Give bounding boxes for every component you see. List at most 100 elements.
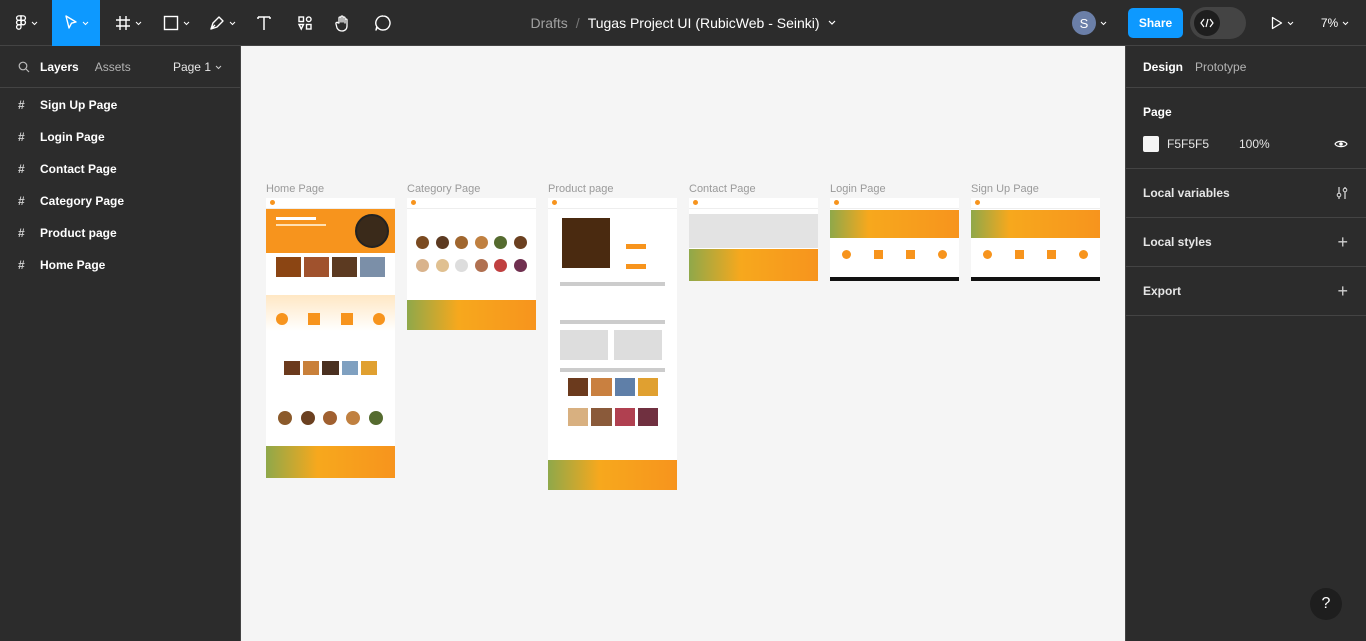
frame-tool-button[interactable] — [108, 0, 148, 46]
frame-hash-icon — [115, 16, 130, 30]
shape-tool-button[interactable] — [156, 0, 196, 46]
hero-banner — [266, 209, 395, 253]
chevron-down-icon — [183, 21, 189, 25]
export-section[interactable]: Export + — [1126, 267, 1366, 316]
layer-sign-up-page[interactable]: # Sign Up Page — [0, 89, 240, 121]
properties-panel: Design Prototype Page F5F5F5 100% Local … — [1125, 46, 1366, 641]
layer-login-page[interactable]: # Login Page — [0, 121, 240, 153]
page-section: Page F5F5F5 100% — [1126, 88, 1366, 169]
frame-contact-page[interactable] — [689, 198, 818, 281]
category-circles — [266, 381, 395, 425]
text-icon — [257, 16, 271, 30]
code-icon — [1194, 10, 1220, 36]
local-variables-section[interactable]: Local variables — [1126, 169, 1366, 218]
frame-hash-icon: # — [18, 226, 25, 240]
eye-icon[interactable] — [1334, 139, 1348, 149]
frame-label-category[interactable]: Category Page — [407, 183, 480, 195]
category-grid-row-1 — [407, 209, 536, 249]
frame-label-login[interactable]: Login Page — [830, 183, 886, 195]
layer-category-page[interactable]: # Category Page — [0, 185, 240, 217]
frame-home-page[interactable] — [266, 198, 395, 478]
move-tool-button[interactable] — [52, 0, 100, 46]
main-menu-button[interactable] — [8, 0, 44, 46]
footer-cta-banner — [407, 300, 536, 330]
zoom-dropdown[interactable]: 7% — [1312, 0, 1358, 46]
play-icon — [1271, 16, 1282, 30]
color-swatch[interactable] — [1143, 136, 1159, 152]
zoom-level: 7% — [1320, 16, 1339, 30]
login-banner — [830, 210, 959, 238]
chevron-down-icon — [1342, 21, 1349, 25]
design-canvas[interactable]: Home Page Category Page Product page Con… — [241, 46, 1125, 641]
pen-icon — [209, 16, 224, 30]
search-icon[interactable] — [18, 61, 30, 73]
add-export-plus-icon[interactable]: + — [1337, 282, 1348, 300]
tab-layers[interactable]: Layers — [40, 60, 79, 74]
file-name[interactable]: Tugas Project UI (RubicWeb - Seinki) — [588, 15, 820, 31]
footer-cta-banner — [689, 249, 818, 281]
contact-form-area — [689, 214, 818, 248]
frame-hash-icon: # — [18, 98, 25, 112]
right-panel-tabs: Design Prototype — [1126, 46, 1366, 88]
layer-home-page[interactable]: # Home Page — [0, 249, 240, 281]
chevron-down-icon — [82, 21, 88, 25]
share-button[interactable]: Share — [1128, 8, 1183, 38]
present-button[interactable] — [1264, 0, 1300, 46]
product-image — [562, 218, 610, 268]
comment-tool-button[interactable] — [371, 0, 395, 46]
tab-design[interactable]: Design — [1143, 60, 1183, 74]
favorite-menu-row — [266, 355, 395, 381]
how-to-order-icons — [830, 250, 959, 259]
page-fill-row[interactable]: F5F5F5 100% — [1143, 136, 1366, 152]
multiplayer-avatar[interactable]: S — [1066, 0, 1120, 46]
frame-label-home[interactable]: Home Page — [266, 183, 324, 195]
color-hex-value[interactable]: F5F5F5 — [1167, 137, 1231, 151]
frame-category-page[interactable] — [407, 198, 536, 330]
frame-hash-icon: # — [18, 194, 25, 208]
page-selector-label: Page 1 — [172, 60, 211, 74]
breadcrumb-drafts[interactable]: Drafts — [530, 15, 567, 31]
breadcrumb-separator: / — [575, 15, 580, 31]
layer-label: Category Page — [40, 194, 125, 208]
variables-sliders-icon[interactable] — [1336, 186, 1348, 200]
add-style-plus-icon[interactable]: + — [1337, 233, 1348, 251]
layers-panel: Layers Assets Page 1 # Sign Up Page # Logi… — [0, 46, 241, 641]
comment-bubble-icon — [375, 15, 391, 31]
frame-label-signup[interactable]: Sign Up Page — [971, 183, 1039, 195]
dev-mode-toggle[interactable] — [1190, 7, 1246, 39]
frame-product-page[interactable] — [548, 198, 677, 490]
layer-product-page[interactable]: # Product page — [0, 217, 240, 249]
tab-assets[interactable]: Assets — [95, 60, 131, 74]
frame-sign-up-page[interactable] — [971, 198, 1100, 281]
text-tool-button[interactable] — [252, 0, 276, 46]
local-styles-label: Local styles — [1143, 235, 1212, 249]
hand-tool-button[interactable] — [331, 0, 355, 46]
pen-tool-button[interactable] — [202, 0, 242, 46]
category-grid-row-2 — [407, 249, 536, 272]
tab-prototype[interactable]: Prototype — [1195, 60, 1246, 74]
page-selector[interactable]: Page 1 — [173, 46, 222, 88]
frame-hash-icon: # — [18, 130, 25, 144]
layer-contact-page[interactable]: # Contact Page — [0, 153, 240, 185]
components-icon — [297, 16, 312, 31]
resources-button[interactable] — [293, 0, 317, 46]
how-to-order — [266, 295, 395, 355]
frame-label-contact[interactable]: Contact Page — [689, 183, 756, 195]
frame-login-page[interactable] — [830, 198, 959, 281]
opacity-value[interactable]: 100% — [1239, 137, 1270, 151]
local-variables-label: Local variables — [1143, 186, 1230, 200]
layer-label: Contact Page — [40, 162, 117, 176]
layer-label: Product page — [40, 226, 117, 240]
recommendation-row-2 — [568, 408, 658, 426]
chevron-down-icon — [1287, 21, 1293, 25]
export-label: Export — [1143, 284, 1182, 298]
help-button[interactable]: ? — [1310, 588, 1342, 620]
how-to-order-icons — [971, 250, 1100, 259]
chevron-down-icon[interactable] — [828, 20, 836, 26]
frame-hash-icon: # — [18, 162, 25, 176]
layer-label: Sign Up Page — [40, 98, 118, 112]
local-styles-section[interactable]: Local styles + — [1126, 218, 1366, 267]
frame-label-product[interactable]: Product page — [548, 183, 613, 195]
left-panel-tabs: Layers Assets Page 1 — [0, 46, 240, 88]
promo-row — [266, 253, 395, 281]
